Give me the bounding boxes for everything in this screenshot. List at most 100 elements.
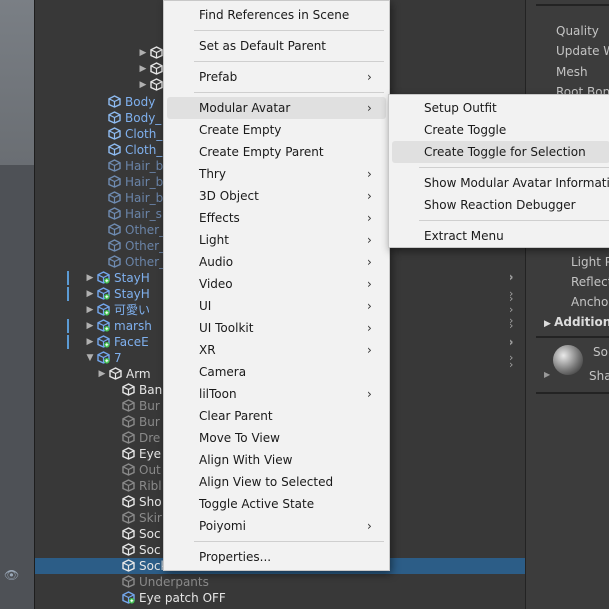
context-menu[interactable]: Find References in Scene Set as Default P… [163, 0, 390, 571]
menu-item[interactable]: 3D Object › [167, 185, 386, 207]
prefab-cube-icon [97, 271, 110, 284]
menu-item[interactable]: Prefab › [167, 66, 386, 88]
menu-item[interactable]: Camera [167, 361, 386, 383]
hierarchy-row-label: Ribl [139, 479, 162, 493]
gameobject-cube-icon [108, 175, 121, 188]
submenu-item[interactable]: Show Reaction Debugger [392, 194, 609, 216]
inspector-label-update-when: Update W [556, 44, 609, 58]
hierarchy-row[interactable]: Eye patch OFF [35, 590, 525, 606]
menu-item[interactable]: Clear Parent [167, 405, 386, 427]
inspector-label-quality: Quality [556, 24, 599, 38]
menu-item[interactable]: Create Empty Parent [167, 141, 386, 163]
chevron-right-icon: › [367, 343, 372, 357]
menu-item[interactable]: Toggle Active State [167, 493, 386, 515]
gameobject-cube-icon [122, 463, 135, 476]
triangle-right-icon[interactable]: ▶ [138, 61, 148, 77]
menu-item[interactable]: XR › [167, 339, 386, 361]
menu-item[interactable]: UI Toolkit › [167, 317, 386, 339]
hierarchy-row-label: Ban [139, 383, 163, 397]
triangle-down-icon[interactable]: ▼ [85, 350, 95, 366]
hierarchy-row-label: 可愛い [114, 303, 151, 317]
submenu-separator [419, 167, 609, 168]
triangle-right-icon[interactable]: ▶ [85, 270, 95, 286]
gameobject-cube-icon [108, 255, 121, 268]
menu-item-label: Set as Default Parent [199, 39, 327, 53]
gameobject-cube-icon [122, 447, 135, 460]
hierarchy-row[interactable]: Underpants [35, 574, 525, 590]
hierarchy-row-label: Body_ [125, 111, 162, 125]
triangle-right-icon[interactable]: ▶ [138, 45, 148, 61]
menu-item[interactable]: Thry › [167, 163, 386, 185]
menu-item[interactable]: Find References in Scene [167, 4, 386, 26]
triangle-right-icon[interactable]: ▶ [97, 366, 107, 382]
menu-item-label: Align With View [199, 453, 293, 467]
menu-separator [194, 61, 384, 62]
visibility-eye-icon[interactable]: 👁 [4, 568, 19, 582]
triangle-right-icon[interactable]: ▶ [85, 334, 95, 350]
menu-item[interactable]: Audio › [167, 251, 386, 273]
menu-item[interactable]: Create Empty [167, 119, 386, 141]
menu-item[interactable]: UI › [167, 295, 386, 317]
hierarchy-row-label: Other_ [125, 239, 166, 253]
menu-item-label: lilToon [199, 387, 237, 401]
menu-item-label: Find References in Scene [199, 8, 350, 22]
chevron-right-icon: › [367, 167, 372, 181]
hierarchy-row-label: Eye patch OFF [139, 591, 226, 605]
gameobject-cube-icon [122, 511, 135, 524]
menu-item[interactable]: Modular Avatar › [167, 97, 386, 119]
scene-sky [0, 0, 34, 165]
hierarchy-row-label: Other_ [125, 255, 166, 269]
gameobject-cube-icon [108, 127, 121, 140]
chevron-right-icon[interactable]: › [509, 292, 513, 305]
menu-item[interactable]: Effects › [167, 207, 386, 229]
submenu-item[interactable]: Setup Outfit [392, 97, 609, 119]
menu-item[interactable]: Video › [167, 273, 386, 295]
hierarchy-row-label: StayH [114, 287, 150, 301]
menu-item[interactable]: Poiyomi › [167, 515, 386, 537]
chevron-right-icon[interactable]: › [509, 358, 513, 371]
hierarchy-row-label: Bur [139, 415, 160, 429]
submenu-item[interactable]: Show Modular Avatar Information [392, 172, 609, 194]
menu-item-label: Audio [199, 255, 234, 269]
gameobject-cube-icon [122, 431, 135, 444]
chevron-right-icon[interactable]: › [509, 270, 513, 283]
menu-item[interactable]: Align View to Selected [167, 471, 386, 493]
menu-item[interactable]: Move To View [167, 427, 386, 449]
prefab-cube-icon [97, 287, 110, 300]
menu-item-label: Prefab [199, 70, 238, 84]
submenu-item[interactable]: Create Toggle for Selection [392, 141, 609, 163]
inspector-label-mesh: Mesh [556, 65, 588, 79]
menu-item-label: Effects [199, 211, 240, 225]
override-marker [67, 271, 69, 285]
gameobject-cube-icon [108, 159, 121, 172]
inspector-section-additional[interactable]: ▶ Additiona [544, 315, 609, 329]
menu-item[interactable]: Align With View [167, 449, 386, 471]
gameobject-cube-icon [122, 383, 135, 396]
menu-item[interactable]: Set as Default Parent [167, 35, 386, 57]
menu-item-label: Camera [199, 365, 247, 379]
inspector-panel[interactable]: Quality Update W Mesh Root Bone Light P … [525, 0, 609, 609]
triangle-right-icon[interactable]: ▶ [544, 370, 550, 379]
triangle-right-icon[interactable]: ▶ [85, 318, 95, 334]
menu-item-label: Light [199, 233, 229, 247]
triangle-right-icon[interactable]: ▶ [85, 302, 95, 318]
submenu-item[interactable]: Extract Menu [392, 225, 609, 247]
gameobject-cube-icon [108, 95, 121, 108]
chevron-right-icon[interactable]: › [509, 314, 513, 327]
menu-item[interactable]: Light › [167, 229, 386, 251]
triangle-right-icon[interactable]: ▶ [138, 77, 148, 93]
menu-item-label: UI [199, 299, 212, 313]
submenu-item[interactable]: Create Toggle [392, 119, 609, 141]
menu-item[interactable]: Properties... [167, 546, 386, 568]
gameobject-cube-icon [122, 527, 135, 540]
gameobject-cube-icon [122, 479, 135, 492]
scene-view[interactable] [0, 0, 34, 609]
inspector-label-light-probes: Light P [571, 255, 609, 269]
modular-avatar-submenu[interactable]: Setup Outfit Create Toggle Create Toggle f… [388, 94, 609, 248]
triangle-right-icon[interactable]: ▶ [85, 286, 95, 302]
chevron-right-icon[interactable]: › [509, 336, 513, 349]
hierarchy-row-label: Cloth_ [125, 127, 163, 141]
menu-item[interactable]: lilToon › [167, 383, 386, 405]
prefab-cube-icon [97, 303, 110, 316]
hierarchy-row-label: marsh [114, 319, 152, 333]
